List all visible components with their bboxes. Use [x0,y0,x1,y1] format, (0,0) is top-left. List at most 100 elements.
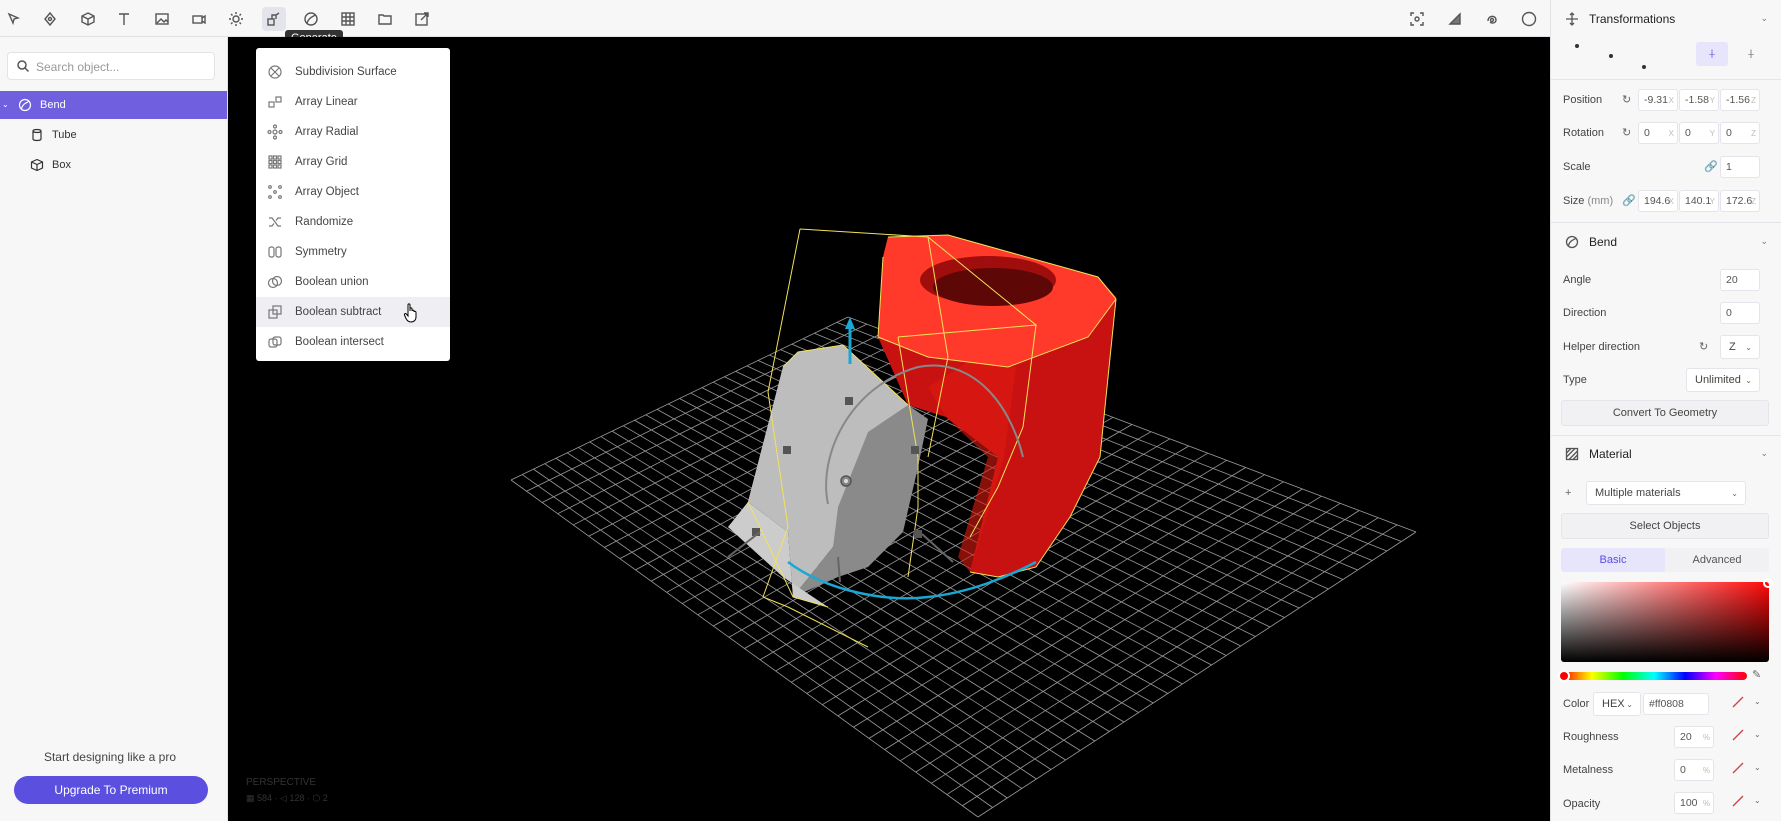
light-icon[interactable] [224,7,248,31]
focus-icon[interactable] [1405,7,1429,31]
chevron-down-icon[interactable]: ⌄ [1754,730,1761,739]
folder-icon[interactable] [373,7,397,31]
position-y-field[interactable]: -1.58 Y [1679,89,1719,111]
tab-basic[interactable]: Basic [1561,548,1665,572]
eyedropper-icon[interactable]: ✎ [1752,668,1761,681]
reset-position-icon[interactable]: ↻ [1622,93,1631,106]
upgrade-button[interactable]: Upgrade To Premium [14,776,208,804]
text-icon[interactable] [112,7,136,31]
cylinder-icon [30,128,44,142]
rotation-label: Rotation [1563,127,1604,139]
size-y-field[interactable]: 140.1 Y [1679,190,1719,212]
position-x-field[interactable]: -9.31 X [1638,89,1678,111]
material-header[interactable]: Material ⌄ [1551,436,1781,472]
world-axis-icon[interactable]: ⍭ [1739,42,1763,66]
pivot-selector[interactable]: ⍭ ⍭ [1561,39,1769,73]
pivot-bottom-icon[interactable] [1642,65,1646,69]
camera-icon[interactable] [187,7,211,31]
gesture-icon[interactable] [1480,7,1504,31]
tree-item-tube[interactable]: Tube [0,121,227,149]
angle-field[interactable]: 20 [1720,269,1760,291]
tab-advanced[interactable]: Advanced [1665,548,1769,572]
edit-metalness-icon[interactable] [1731,761,1749,779]
cube-icon[interactable] [76,7,100,31]
rotation-z-field[interactable]: 0Z [1720,122,1760,144]
pivot-top-icon[interactable] [1575,44,1579,48]
reset-helper-icon[interactable]: ↻ [1699,340,1708,353]
menu-item-array-grid[interactable]: Array Grid [256,147,450,177]
rotation-y-field[interactable]: 0Y [1679,122,1719,144]
menu-item-array-radial[interactable]: Array Radial [256,117,450,147]
local-axis-icon[interactable]: ⍭ [1696,42,1728,66]
hue-slider-handle[interactable] [1558,670,1570,682]
menu-item-boolean-union[interactable]: Boolean union [256,267,450,297]
tree-item-box[interactable]: Box [0,151,227,179]
tube-object [878,235,1116,577]
render-icon[interactable] [1443,7,1467,31]
scale-field[interactable]: 1 [1720,156,1760,178]
search-box[interactable] [7,52,215,80]
menu-item-randomize[interactable]: Randomize [256,207,450,237]
link-icon[interactable]: 🔗 [1622,194,1636,207]
deform-icon[interactable] [299,7,323,31]
image-icon[interactable] [150,7,174,31]
type-select[interactable]: Unlimited ⌄ [1686,368,1760,392]
tree-item-label: Box [52,159,71,171]
direction-field[interactable]: 0 [1720,302,1760,324]
color-saturation-picker[interactable] [1561,578,1773,662]
edit-opacity-icon[interactable] [1731,794,1749,812]
add-material-icon[interactable]: + [1565,487,1571,499]
section-title: Transformations [1589,12,1676,26]
select-objects-button[interactable]: Select Objects [1561,513,1769,539]
size-x-field[interactable]: 194.6 X [1638,190,1678,212]
rotation-x-field[interactable]: 0X [1638,122,1678,144]
material-select[interactable]: Multiple materials ⌄ [1586,481,1746,505]
menu-item-symmetry[interactable]: Symmetry [256,237,450,267]
generate-icon[interactable] [262,7,286,31]
color-mode-select[interactable]: HEX ⌄ [1593,692,1641,716]
link-icon[interactable]: 🔗 [1704,160,1718,173]
chevron-down-icon[interactable]: ⌄ [1754,796,1761,805]
menu-item-subdivision-surface[interactable]: Subdivision Surface [256,57,450,87]
edit-roughness-icon[interactable] [1731,728,1749,746]
convert-to-geometry-button[interactable]: Convert To Geometry [1561,400,1769,426]
cube-icon [30,158,44,172]
hue-slider[interactable] [1558,670,1747,682]
sphere-icon[interactable] [1517,7,1541,31]
color-picker-handle[interactable] [1763,578,1773,588]
texture-icon[interactable] [336,7,360,31]
chevron-down-icon[interactable]: ⌄ [2,100,9,109]
chevron-down-icon[interactable]: ⌄ [1760,13,1768,24]
material-tabs: Basic Advanced [1561,548,1769,572]
menu-item-boolean-subtract[interactable]: Boolean subtract [256,297,450,327]
color-label: Color [1563,698,1590,710]
position-z-field[interactable]: -1.56 Z [1720,89,1760,111]
helper-direction-select[interactable]: Z ⌄ [1720,335,1760,359]
opacity-field[interactable]: 100% [1674,792,1714,814]
tree-item-bend[interactable]: ⌄ Bend [0,91,227,119]
export-icon[interactable] [410,7,434,31]
reset-rotation-icon[interactable]: ↻ [1622,126,1631,139]
chevron-down-icon[interactable]: ⌄ [1754,697,1761,706]
transformations-header[interactable]: Transformations ⌄ [1551,1,1781,37]
transform-icon [1565,12,1579,26]
menu-item-boolean-intersect[interactable]: Boolean intersect [256,327,450,357]
roughness-field[interactable]: 20% [1674,726,1714,748]
menu-item-array-linear[interactable]: Array Linear [256,87,450,117]
size-z-field[interactable]: 172.6 Z [1720,190,1760,212]
array-grid-icon [267,154,283,170]
menu-item-array-object[interactable]: Array Object [256,177,450,207]
metalness-field[interactable]: 0% [1674,759,1714,781]
chevron-down-icon[interactable]: ⌄ [1754,763,1761,772]
chevron-down-icon[interactable]: ⌄ [1760,448,1768,459]
array-object-icon [267,184,283,200]
bend-header[interactable]: Bend ⌄ [1551,224,1781,260]
pivot-center-icon[interactable] [1609,54,1613,58]
tree-item-label: Bend [40,99,66,111]
vector-icon[interactable] [38,7,62,31]
chevron-down-icon[interactable]: ⌄ [1760,236,1768,247]
edit-color-icon[interactable] [1731,695,1749,713]
search-input[interactable] [36,57,206,77]
color-hex-field[interactable]: #ff0808 [1643,693,1709,715]
select-icon[interactable] [2,7,26,31]
